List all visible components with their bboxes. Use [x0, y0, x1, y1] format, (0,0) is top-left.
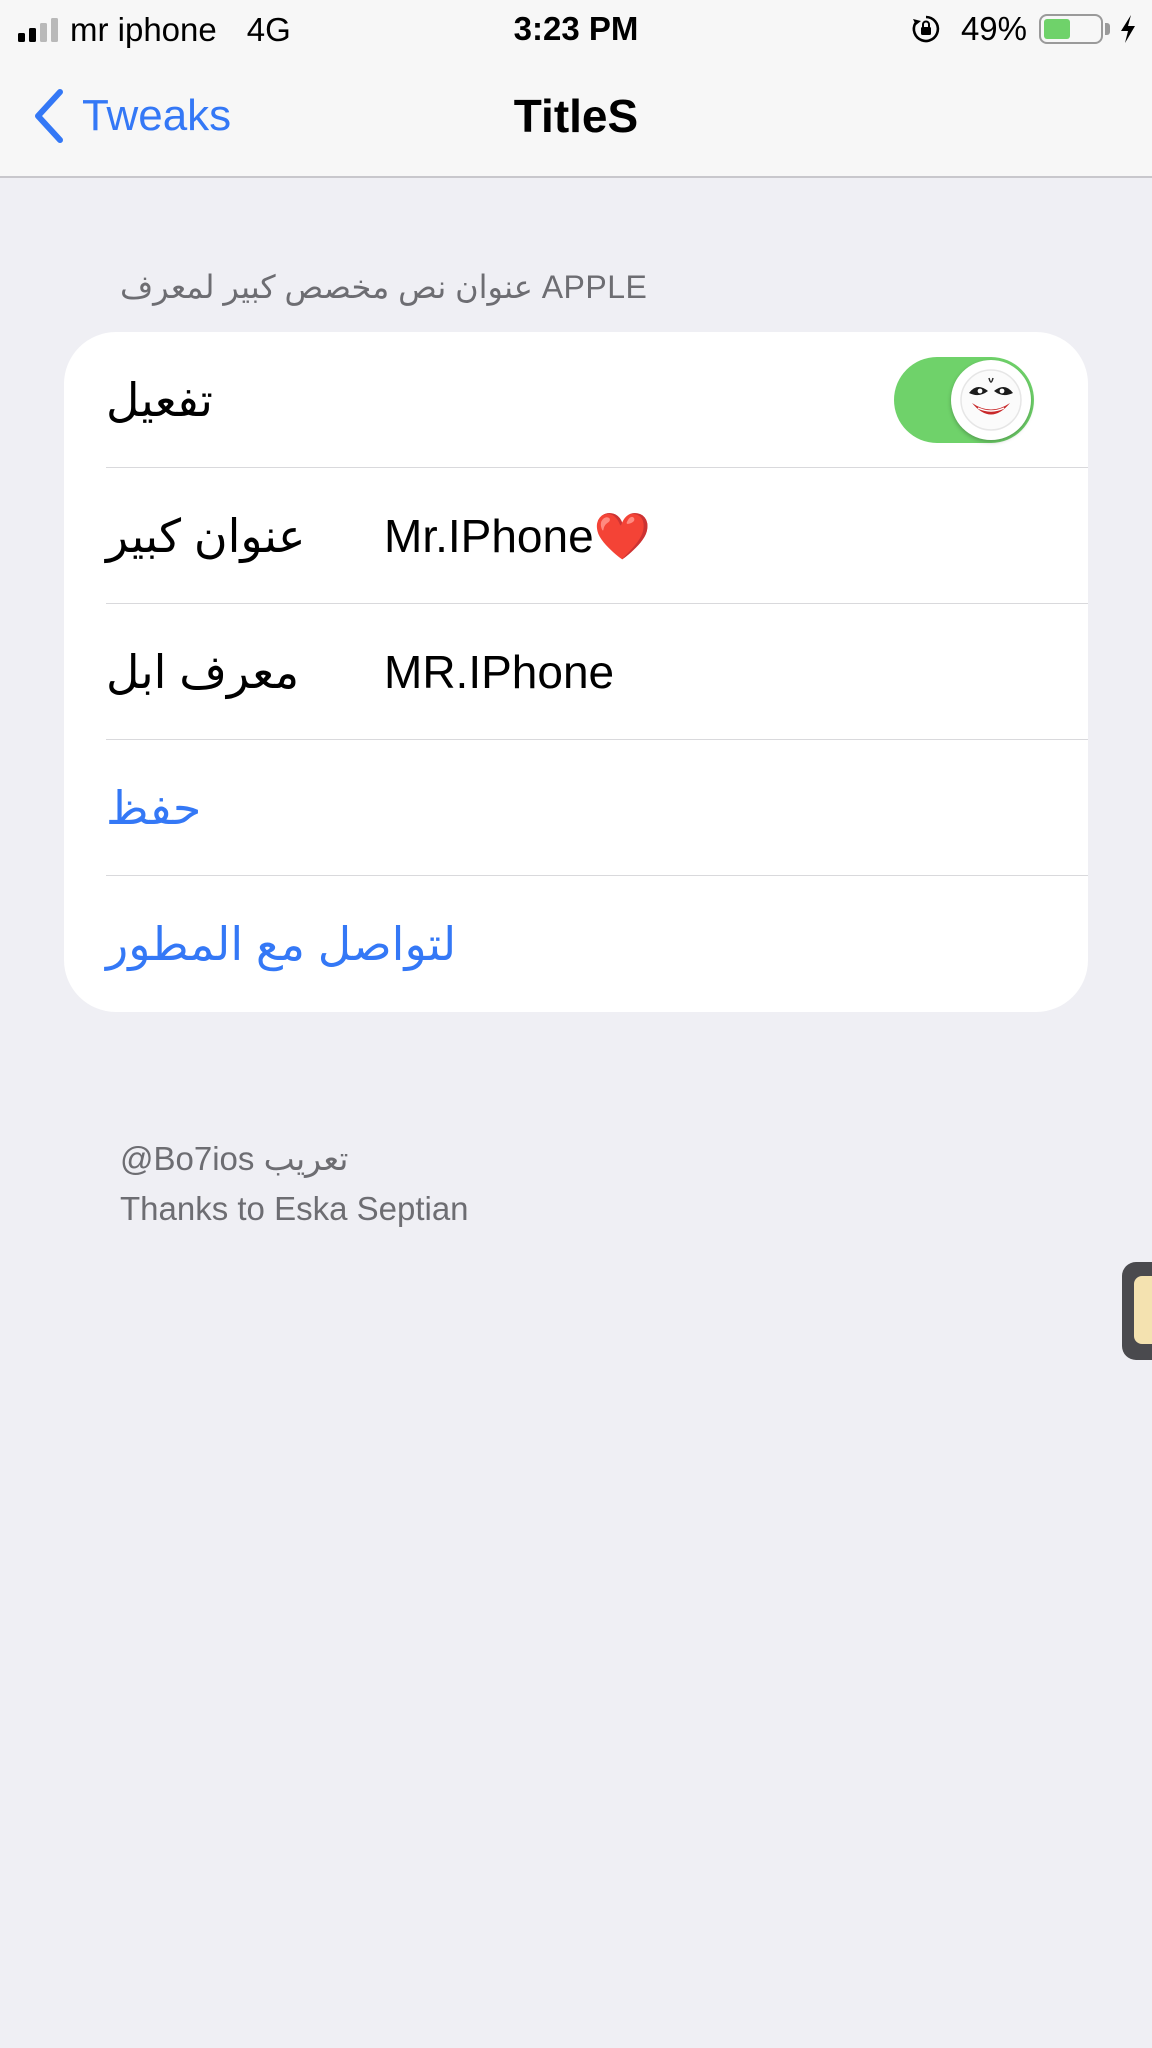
toggle-knob [951, 360, 1031, 440]
battery-percent: 49% [960, 10, 1027, 47]
settings-group: تفعيل عنوان كبير Mr.IPhone❤️ معرف ابل MR… [64, 332, 1088, 1012]
page-title: TitleS [513, 90, 639, 142]
charging-bolt-icon [1121, 15, 1135, 43]
notes-icon [1134, 1276, 1152, 1344]
navigation-bar: Tweaks TitleS [0, 58, 1152, 178]
enable-row: تفعيل [64, 332, 1088, 468]
enable-label: تفعيل [106, 374, 213, 426]
big-title-row[interactable]: عنوان كبير Mr.IPhone❤️ [64, 468, 1088, 604]
contact-row[interactable]: لتواصل مع المطور [64, 876, 1088, 1012]
floating-notes-widget[interactable] [1122, 1262, 1152, 1360]
joker-face-icon [960, 369, 1022, 431]
big-title-field[interactable]: Mr.IPhone❤️ [384, 468, 651, 604]
enable-toggle[interactable] [894, 357, 1034, 443]
apple-id-field[interactable]: MR.IPhone [384, 604, 614, 740]
battery-fill [1044, 19, 1070, 39]
footer-thanks: Thanks to Eska Septian [120, 1190, 469, 1227]
save-row[interactable]: حفظ [64, 740, 1088, 876]
battery-icon [1039, 14, 1103, 44]
footer-credit: @Bo7ios تعريب [120, 1140, 349, 1177]
rotation-lock-icon [912, 15, 940, 43]
section-header: عنوان نص مخصص كبير لمعرف APPLE [120, 269, 648, 305]
apple-id-label: معرف ابل [106, 646, 300, 698]
big-title-label: عنوان كبير [106, 510, 306, 562]
section-footer: @Bo7ios تعريب Thanks to Eska Septian [120, 1134, 469, 1234]
contact-developer-button[interactable]: لتواصل مع المطور [106, 876, 456, 1012]
status-bar: mr iphone 4G 3:23 PM 49% [0, 0, 1152, 58]
battery-cap [1105, 23, 1110, 35]
status-right: 49% [911, 8, 1138, 50]
apple-id-row[interactable]: معرف ابل MR.IPhone [64, 604, 1088, 740]
save-button[interactable]: حفظ [106, 740, 201, 876]
